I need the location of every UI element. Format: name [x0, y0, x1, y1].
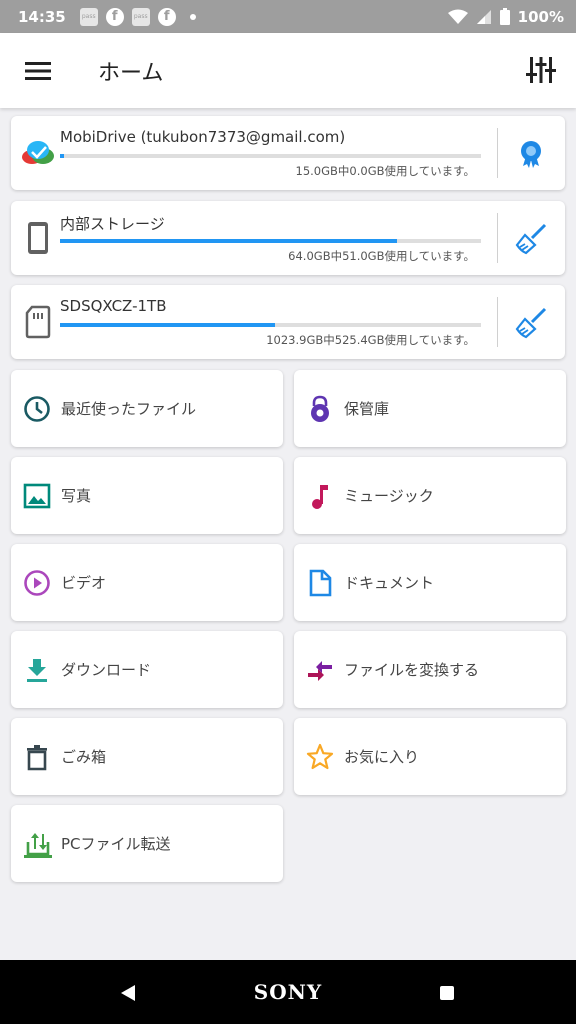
more-notifications-dot-icon	[189, 13, 196, 20]
recent-apps-icon[interactable]	[440, 986, 454, 1000]
status-time: 14:35	[18, 7, 66, 26]
tune-sliders-icon	[526, 57, 556, 83]
battery-percent: 100%	[517, 7, 564, 26]
app-bar: ホーム	[0, 33, 576, 108]
tile-video[interactable]: ビデオ	[11, 544, 283, 621]
storage-usage-bar	[60, 239, 481, 243]
card-divider	[497, 128, 498, 178]
tile-label: 保管庫	[344, 400, 390, 418]
play-circle-icon	[24, 570, 50, 596]
clean-button[interactable]	[515, 307, 547, 339]
tile-documents[interactable]: ドキュメント	[294, 544, 566, 621]
storage-usage-bar	[60, 154, 481, 158]
tile-label: ビデオ	[61, 574, 107, 592]
wifi-icon	[447, 9, 468, 24]
premium-button[interactable]	[515, 138, 547, 170]
music-note-icon	[312, 485, 328, 509]
tile-label: 最近使ったファイル	[61, 400, 197, 418]
tile-label: ミュージック	[344, 487, 434, 505]
card-divider	[497, 297, 498, 347]
document-icon	[309, 569, 332, 597]
convert-arrows-icon	[308, 661, 332, 681]
cloud-icon	[22, 141, 54, 164]
award-icon	[521, 141, 541, 168]
image-icon	[23, 483, 51, 509]
tile-label: PCファイル転送	[61, 835, 171, 853]
status-bar: 14:35 pass f pass f 100%	[0, 0, 576, 33]
storage-usage-fill	[60, 154, 65, 158]
tile-vault[interactable]: 保管庫	[294, 370, 566, 447]
storage-card-mobidrive[interactable]: MobiDrive (tukubon7373@gmail.com) 15.0GB…	[11, 116, 565, 190]
status-right: 100%	[447, 7, 564, 26]
storage-usage-text: 15.0GB中0.0GB使用しています。	[295, 164, 476, 178]
tile-recent-files[interactable]: 最近使ったファイル	[11, 370, 283, 447]
filter-settings-button[interactable]	[526, 55, 556, 85]
tile-label: ダウンロード	[61, 661, 152, 679]
brand-logo: SONY	[253, 980, 323, 1004]
pass-app-icon: pass	[79, 7, 98, 26]
tile-label: お気に入り	[344, 748, 420, 766]
storage-name: SDSQXCZ-1TB	[60, 297, 167, 315]
broom-icon	[515, 223, 547, 255]
storage-usage-fill	[60, 239, 397, 243]
pc-transfer-icon	[24, 833, 52, 858]
clock-icon	[24, 396, 50, 422]
trash-icon	[27, 745, 47, 771]
download-icon	[27, 659, 47, 682]
tile-convert-files[interactable]: ファイルを変換する	[294, 631, 566, 708]
storage-name: MobiDrive (tukubon7373@gmail.com)	[60, 128, 346, 146]
star-icon	[306, 743, 334, 770]
storage-usage-bar	[60, 323, 481, 327]
storage-card-sd[interactable]: SDSQXCZ-1TB 1023.9GB中525.4GB使用しています。	[11, 285, 565, 359]
storage-usage-fill	[60, 323, 275, 327]
storage-usage-text: 1023.9GB中525.4GB使用しています。	[266, 333, 475, 347]
hamburger-menu-icon	[25, 62, 51, 80]
tile-music[interactable]: ミュージック	[294, 457, 566, 534]
tile-label: 写真	[61, 487, 92, 505]
phone-icon	[28, 222, 48, 254]
menu-button[interactable]	[24, 57, 52, 85]
tile-label: ドキュメント	[344, 574, 435, 592]
tile-label: ファイルを変換する	[344, 661, 480, 679]
pass-app-icon: pass	[131, 7, 150, 26]
page-title: ホーム	[98, 61, 164, 86]
tile-favorites[interactable]: お気に入り	[294, 718, 566, 795]
tile-trash[interactable]: ごみ箱	[11, 718, 283, 795]
storage-name: 内部ストレージ	[60, 215, 165, 233]
sd-card-icon	[25, 305, 51, 339]
card-divider	[497, 213, 498, 263]
broom-icon	[515, 307, 547, 339]
system-nav-bar: SONY	[0, 960, 576, 1024]
tile-downloads[interactable]: ダウンロード	[11, 631, 283, 708]
signal-icon	[476, 9, 491, 24]
storage-card-internal[interactable]: 内部ストレージ 64.0GB中51.0GB使用しています。	[11, 201, 565, 275]
tile-photos[interactable]: 写真	[11, 457, 283, 534]
storage-usage-text: 64.0GB中51.0GB使用しています。	[288, 249, 475, 263]
tile-pc-file-transfer[interactable]: PCファイル転送	[11, 805, 283, 882]
clean-button[interactable]	[515, 223, 547, 255]
battery-icon	[499, 8, 510, 25]
facebook-icon: f	[157, 7, 176, 26]
vault-lock-icon	[311, 395, 329, 422]
facebook-icon: f	[105, 7, 124, 26]
notification-icons: pass f pass f	[79, 7, 196, 26]
tile-label: ごみ箱	[61, 748, 107, 766]
